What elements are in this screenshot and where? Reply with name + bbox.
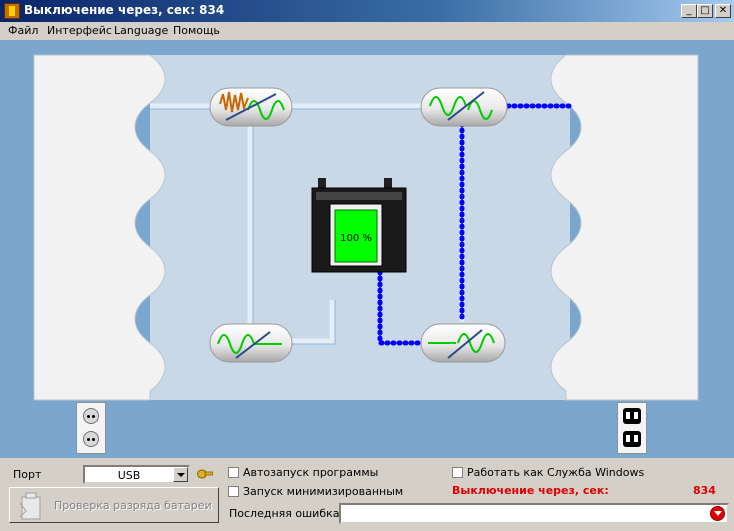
- run-as-service-label[interactable]: Работать как Служба Windows: [467, 466, 644, 479]
- error-dropdown-icon[interactable]: [710, 506, 725, 521]
- menu-bar: Файл Интерфейс Language Помощь: [0, 22, 734, 40]
- battery-test-icon: [19, 492, 41, 520]
- port-select-value: USB: [117, 469, 141, 482]
- window-title: Выключение через, сек: 834: [24, 3, 225, 17]
- port-select[interactable]: USB: [83, 465, 190, 484]
- menu-help[interactable]: Помощь: [173, 24, 220, 37]
- battery-icon: [311, 178, 407, 273]
- title-bar[interactable]: Выключение через, сек: 834 _ □ ✕: [0, 0, 734, 22]
- maximize-button[interactable]: □: [697, 4, 713, 18]
- autostart-checkbox[interactable]: [228, 467, 239, 478]
- right-wall: [550, 54, 699, 401]
- start-minimized-checkbox[interactable]: [228, 486, 239, 497]
- run-as-service-checkbox[interactable]: [452, 467, 463, 478]
- port-label: Порт: [13, 468, 42, 481]
- battery-inverter-module: [420, 323, 506, 363]
- minimize-button[interactable]: _: [681, 4, 697, 18]
- autostart-label[interactable]: Автозапуск программы: [243, 466, 378, 479]
- input-filter-module: [209, 87, 293, 127]
- output-inverter-module: [420, 87, 508, 127]
- settings-key-icon[interactable]: [197, 469, 214, 480]
- menu-file[interactable]: Файл: [8, 24, 38, 37]
- shutdown-timer-label: Выключение через, сек:: [452, 484, 609, 497]
- menu-interface[interactable]: Интерфейс: [47, 24, 112, 37]
- power-outlet-icon: [617, 402, 647, 454]
- battery-charge-label: 100 %: [340, 233, 372, 244]
- start-minimized-label[interactable]: Запуск минимизированным: [243, 485, 403, 498]
- last-error-field[interactable]: [339, 503, 729, 524]
- ups-diagram: 100 %: [0, 40, 734, 458]
- menu-language[interactable]: Language: [114, 24, 168, 37]
- app-icon[interactable]: [4, 3, 20, 19]
- battery-test-label: Проверка разряда батареи: [54, 499, 212, 512]
- chevron-down-icon[interactable]: [173, 467, 188, 482]
- shutdown-timer-value: 834: [693, 484, 716, 497]
- last-error-label: Последняя ошибка: [229, 507, 340, 520]
- close-button[interactable]: ✕: [715, 4, 731, 18]
- battery-test-button[interactable]: Проверка разряда батареи: [9, 487, 219, 523]
- charger-module: [209, 323, 293, 363]
- wall-socket-icon: [76, 402, 106, 454]
- left-wall: [33, 54, 166, 401]
